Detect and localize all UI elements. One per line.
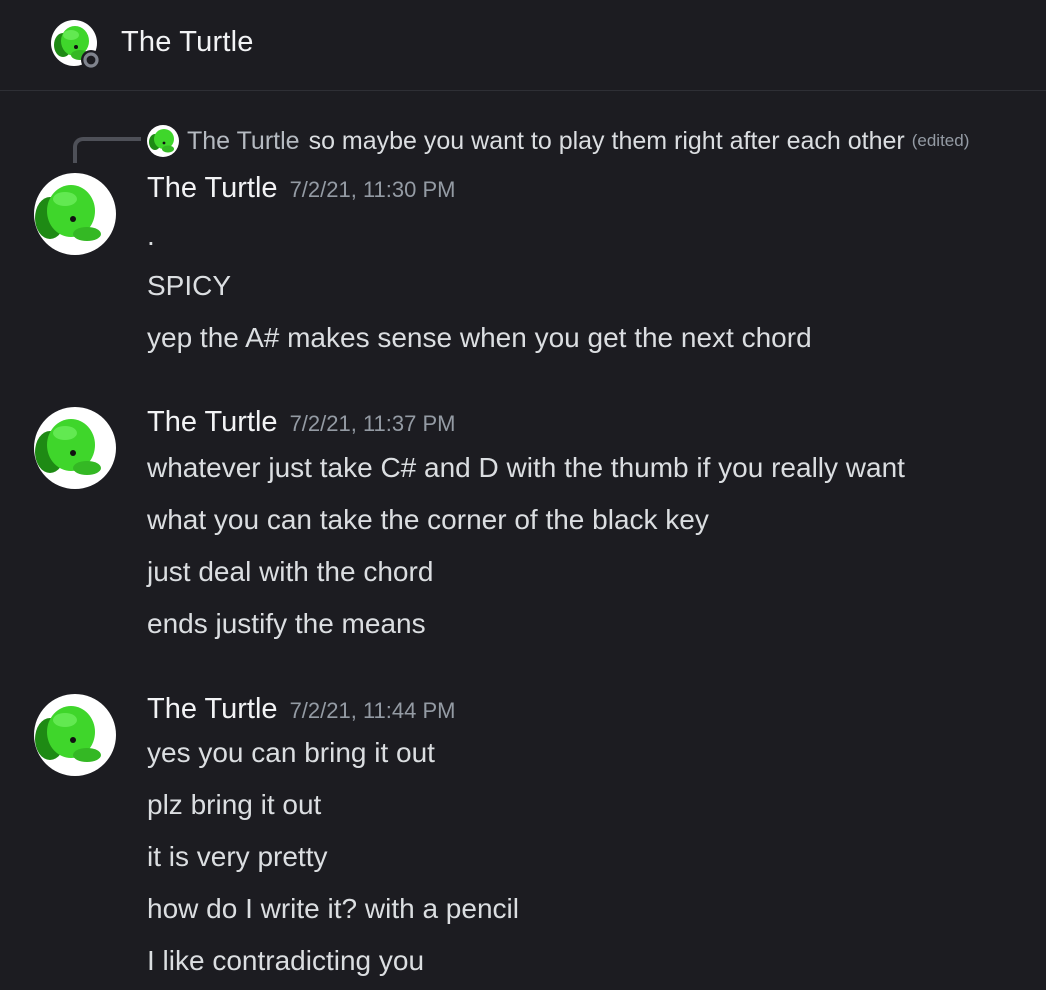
message-text: plz bring it out [147, 789, 322, 820]
username[interactable]: The Turtle [147, 406, 278, 438]
message-header: The Turtle 7/2/21, 11:37 PM [147, 406, 456, 439]
turtle-avatar-icon[interactable] [50, 19, 102, 71]
channel-title: The Turtle [121, 26, 254, 58]
turtle-avatar-icon[interactable] [33, 406, 117, 490]
message-text: yes you can bring it out [147, 737, 435, 768]
message-text: . [147, 220, 155, 251]
message-text: how do I write it? with a pencil [147, 893, 519, 924]
reply-text[interactable]: so maybe you want to play them right aft… [309, 127, 905, 156]
reply-connector [73, 137, 141, 163]
message-text: yep the A# makes sense when you get the … [147, 322, 812, 353]
turtle-avatar-icon [147, 125, 179, 157]
edited-label: (edited) [911, 131, 970, 150]
reply-preview[interactable]: The Turtle so maybe you want to play the… [146, 124, 969, 158]
timestamp: 7/2/21, 11:30 PM [289, 177, 456, 202]
timestamp: 7/2/21, 11:44 PM [289, 698, 456, 723]
username[interactable]: The Turtle [147, 172, 278, 204]
message-text: whatever just take C# and D with the thu… [147, 452, 905, 483]
turtle-avatar-icon[interactable] [33, 693, 117, 777]
timestamp: 7/2/21, 11:37 PM [289, 411, 456, 436]
message-text: what you can take the corner of the blac… [147, 504, 709, 535]
message-header: The Turtle 7/2/21, 11:44 PM [147, 693, 456, 726]
message-text: just deal with the chord [147, 556, 434, 587]
channel-header: The Turtle [0, 0, 1046, 91]
message-text: SPICY [147, 270, 232, 301]
username[interactable]: The Turtle [147, 693, 278, 725]
message-header: The Turtle 7/2/21, 11:30 PM [147, 172, 456, 205]
message-text: it is very pretty [147, 841, 328, 872]
turtle-avatar-icon[interactable] [33, 172, 117, 256]
reply-author[interactable]: The Turtle [187, 127, 300, 156]
message-text: I like contradicting you [147, 945, 425, 976]
message-text: ends justify the means [147, 608, 426, 639]
